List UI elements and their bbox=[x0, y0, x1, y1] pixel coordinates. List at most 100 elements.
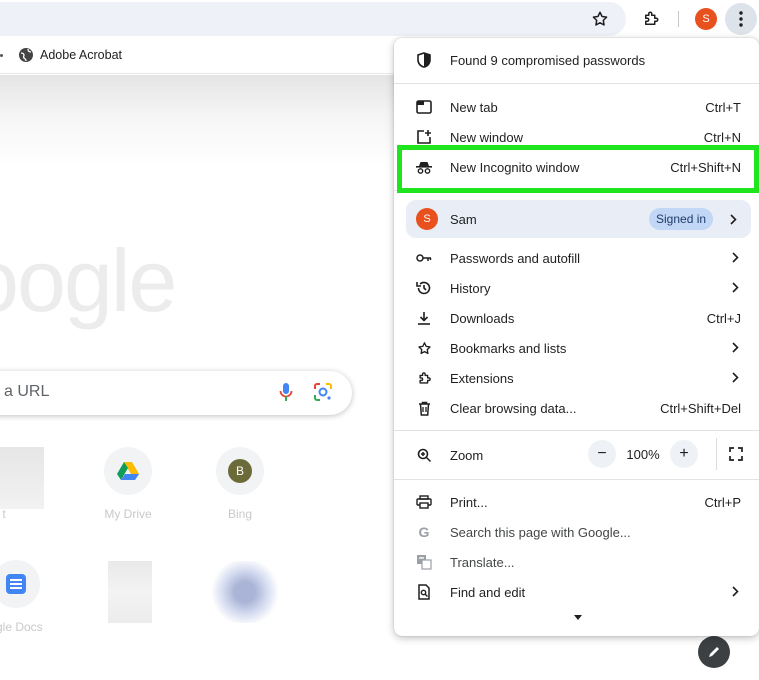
bing-initial: B bbox=[228, 459, 252, 483]
search-box[interactable]: a URL bbox=[0, 371, 352, 415]
toolbar: S bbox=[0, 0, 759, 38]
google-docs-icon bbox=[0, 560, 40, 608]
chrome-menu: Found 9 compromised passwords New tab Ct… bbox=[394, 38, 759, 636]
passwords-autofill-item[interactable]: Passwords and autofill bbox=[394, 243, 759, 273]
extensions-label: Extensions bbox=[450, 370, 514, 386]
bookmarks-label: Bookmarks and lists bbox=[450, 340, 567, 356]
compromised-passwords-label: Found 9 compromised passwords bbox=[450, 52, 646, 68]
find-document-icon bbox=[416, 584, 432, 600]
new-window-icon bbox=[416, 129, 432, 145]
shortcut-tile-1[interactable]: t bbox=[0, 447, 54, 521]
new-tab-label: New tab bbox=[450, 99, 498, 115]
downloads-shortcut: Ctrl+J bbox=[706, 310, 741, 326]
find-edit-label: Find and edit bbox=[450, 584, 526, 600]
signed-in-badge: Signed in bbox=[649, 208, 714, 230]
menu-divider bbox=[394, 479, 759, 480]
shortcut-tile-google-docs[interactable]: ogle Docs bbox=[0, 560, 66, 634]
shield-icon bbox=[416, 52, 432, 68]
bookmark-overflow-dot bbox=[0, 54, 3, 57]
globe-icon bbox=[19, 48, 33, 62]
highlight-box bbox=[397, 145, 759, 193]
profile-row[interactable]: S Sam Signed in bbox=[406, 200, 751, 238]
print-item[interactable]: Print... Ctrl+P bbox=[394, 487, 759, 517]
search-placeholder: a URL bbox=[4, 383, 50, 400]
trash-icon bbox=[416, 400, 432, 416]
profile-avatar-button[interactable]: S bbox=[695, 8, 717, 30]
bookmark-star-icon[interactable] bbox=[589, 8, 611, 30]
scroll-down-caret-icon[interactable] bbox=[574, 607, 582, 625]
shortcut-label: My Drive bbox=[104, 507, 152, 521]
download-icon bbox=[416, 310, 432, 326]
shortcut-tile-my-drive[interactable]: My Drive bbox=[78, 447, 178, 521]
bookmark-adobe-acrobat[interactable]: Adobe Acrobat bbox=[18, 47, 122, 63]
clear-browsing-label: Clear browsing data... bbox=[450, 400, 577, 416]
new-window-shortcut: Ctrl+N bbox=[703, 129, 741, 145]
bookmarks-lists-item[interactable]: Bookmarks and lists bbox=[394, 333, 759, 363]
downloads-item[interactable]: Downloads Ctrl+J bbox=[394, 303, 759, 333]
print-label: Print... bbox=[450, 494, 488, 510]
shortcut-label: t bbox=[2, 507, 6, 521]
passwords-label: Passwords and autofill bbox=[450, 250, 581, 266]
menu-divider bbox=[394, 83, 759, 84]
google-g-icon: G bbox=[418, 524, 430, 540]
profile-name: Sam bbox=[450, 212, 477, 227]
pencil-icon bbox=[709, 647, 719, 657]
translate-icon bbox=[416, 554, 432, 570]
puzzle-icon bbox=[416, 370, 432, 386]
zoom-value: 100% bbox=[626, 446, 660, 462]
chevron-right-icon bbox=[732, 585, 739, 600]
bing-avatar-icon: B bbox=[216, 447, 264, 495]
zoom-label: Zoom bbox=[450, 447, 484, 463]
clear-browsing-shortcut: Ctrl+Shift+Del bbox=[660, 400, 741, 416]
chevron-right-icon bbox=[732, 341, 739, 356]
downloads-label: Downloads bbox=[450, 310, 515, 326]
extensions-item[interactable]: Extensions bbox=[394, 363, 759, 393]
history-label: History bbox=[450, 280, 491, 296]
history-item[interactable]: History bbox=[394, 273, 759, 303]
zoom-in-button[interactable]: + bbox=[670, 440, 698, 468]
extensions-puzzle-icon[interactable] bbox=[640, 8, 662, 30]
shortcut-blur-3 bbox=[212, 561, 278, 623]
menu-divider bbox=[394, 430, 759, 431]
google-logo: oogle bbox=[0, 231, 177, 330]
shortcut-icon-blurred bbox=[0, 447, 28, 495]
search-page-google-item[interactable]: G Search this page with Google... bbox=[394, 517, 759, 547]
bookmark-label: Adobe Acrobat bbox=[40, 48, 123, 62]
new-tab-icon bbox=[416, 99, 432, 115]
microphone-icon[interactable] bbox=[278, 382, 294, 407]
chevron-right-icon bbox=[732, 251, 739, 266]
shortcut-label: Bing bbox=[227, 507, 253, 521]
printer-icon bbox=[416, 494, 432, 510]
zoom-out-button[interactable]: − bbox=[588, 440, 616, 468]
zoom-divider bbox=[716, 438, 717, 470]
shortcut-blur-2 bbox=[108, 561, 152, 623]
new-tab-shortcut: Ctrl+T bbox=[705, 99, 741, 115]
chrome-menu-button[interactable] bbox=[725, 3, 757, 35]
zoom-control: − 100% + bbox=[588, 439, 698, 469]
history-clock-icon bbox=[416, 280, 432, 296]
key-icon bbox=[416, 250, 432, 266]
compromised-passwords-item[interactable]: Found 9 compromised passwords bbox=[394, 45, 759, 75]
shortcut-label: ogle Docs bbox=[0, 620, 43, 634]
clear-browsing-data-item[interactable]: Clear browsing data... Ctrl+Shift+Del bbox=[394, 393, 759, 423]
shortcut-tile-bing[interactable]: B Bing bbox=[190, 447, 290, 521]
find-edit-item[interactable]: Find and edit bbox=[394, 577, 759, 607]
search-page-label: Search this page with Google... bbox=[450, 524, 631, 540]
star-icon bbox=[416, 340, 432, 356]
profile-avatar: S bbox=[416, 208, 438, 230]
chevron-right-icon bbox=[730, 212, 737, 230]
new-tab-item[interactable]: New tab Ctrl+T bbox=[394, 92, 759, 122]
address-bar[interactable] bbox=[0, 2, 626, 36]
fullscreen-icon[interactable] bbox=[725, 443, 747, 465]
google-drive-icon bbox=[104, 447, 152, 495]
zoom-item: Zoom bbox=[394, 440, 759, 470]
toolbar-divider bbox=[678, 11, 679, 27]
translate-item[interactable]: Translate... bbox=[394, 547, 759, 577]
kebab-menu-icon bbox=[739, 11, 743, 27]
print-shortcut: Ctrl+P bbox=[704, 494, 741, 510]
zoom-magnifier-icon bbox=[416, 447, 432, 463]
google-lens-icon[interactable] bbox=[313, 382, 333, 407]
chevron-right-icon bbox=[732, 281, 739, 296]
new-window-label: New window bbox=[450, 129, 523, 145]
customize-pencil-button[interactable] bbox=[698, 636, 730, 668]
